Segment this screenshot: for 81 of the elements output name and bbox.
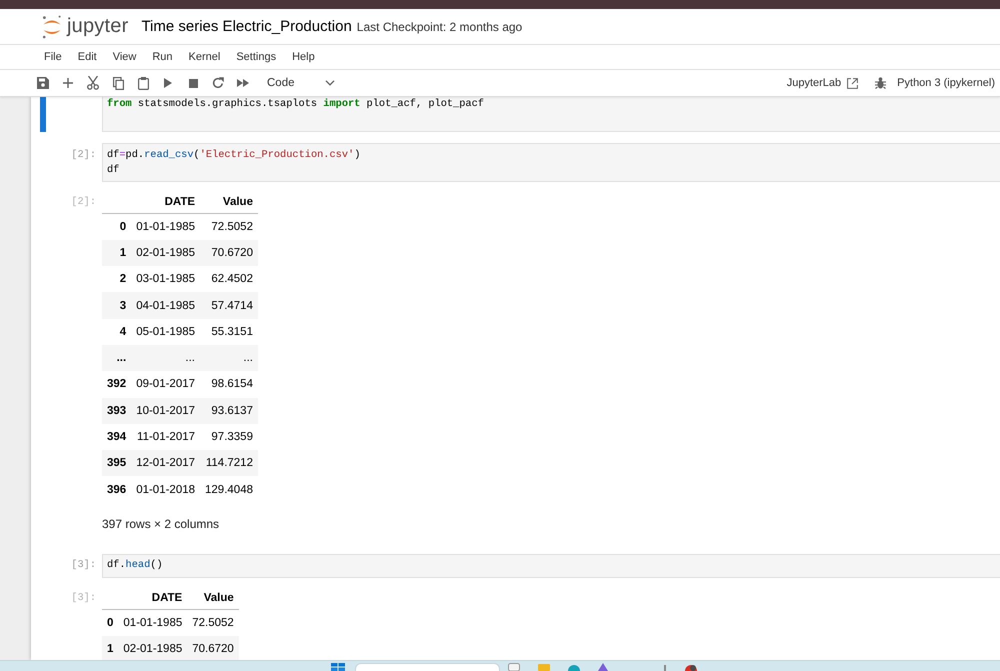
table-cell: 93.6137 — [200, 398, 258, 424]
column-header: Value — [187, 586, 239, 610]
notebook-title[interactable]: Time series Electric_Production — [141, 18, 352, 35]
table-cell-text: 98.6154 — [210, 377, 254, 392]
code-editor[interactable]: df=pd.read_csv('Electric_Production.csv') df — [102, 143, 1000, 182]
column-header: DATE — [131, 191, 200, 214]
windows-icon[interactable] — [331, 663, 345, 671]
menu-item[interactable]: Settings — [228, 45, 284, 69]
row-index: 395 — [102, 450, 132, 476]
menu-item[interactable]: Edit — [70, 45, 105, 69]
row-index: 4 — [102, 318, 132, 345]
table-cell: 72.5052 — [200, 214, 258, 240]
row-index: 3 — [102, 292, 132, 319]
clipboard-icon — [138, 76, 148, 90]
table-cell: 72.5052 — [187, 609, 239, 636]
menu-item[interactable]: Help — [284, 45, 323, 69]
refresh-icon — [212, 77, 224, 89]
table-cell: ... — [200, 344, 258, 372]
table-cell: 70.6720 — [187, 636, 239, 660]
table-cell: 02-01-1985 — [131, 240, 200, 266]
table-cell: 11-01-2017 — [131, 424, 200, 450]
checkpoint-status: Last Checkpoint: 2 months ago — [356, 20, 522, 34]
table-cell: 02-01-1985 — [118, 636, 188, 660]
cell-type-dropdown[interactable]: Code — [259, 72, 341, 94]
code-editor[interactable]: from statsmodels.graphics.tsaplots import plot_acf, plot_pacf — [102, 97, 1000, 132]
table-cell-text: 01-01-2018 — [135, 482, 196, 498]
table-cell: 57.4714 — [200, 292, 258, 319]
stop-icon — [188, 78, 198, 88]
table-cell: 01-01-1985 — [118, 609, 188, 636]
row-index: 2 — [102, 266, 132, 292]
row-index: 0 — [102, 214, 132, 240]
table-cell: 70.6720 — [200, 240, 258, 266]
row-index: 392 — [106, 377, 128, 392]
caret-icon — [325, 80, 335, 86]
table-cell: 12-01-2017 — [131, 450, 200, 476]
menu-item[interactable]: Run — [144, 45, 181, 69]
play-icon — [164, 78, 172, 88]
column-header: Value — [200, 191, 258, 214]
menu-item[interactable]: View — [104, 45, 144, 69]
table-cell: 62.4502 — [200, 266, 258, 292]
table-cell: 04-01-1985 — [131, 292, 200, 319]
taskbar-search-field[interactable] — [355, 663, 500, 671]
table-cell: 97.3359 — [200, 424, 258, 450]
save-icon — [37, 77, 49, 89]
fast-forward-icon — [237, 79, 249, 87]
row-index: 394 — [102, 424, 132, 450]
table-cell-text: 09-01-2017 — [135, 377, 196, 392]
menu-item[interactable]: Kernel — [180, 45, 228, 69]
kernel-name[interactable]: Python 3 (ipykernel) — [897, 77, 995, 89]
row-index: 1 — [102, 240, 132, 266]
table-cell: 05-01-1985 — [131, 318, 200, 345]
table-cell: 55.3151 — [200, 318, 258, 345]
row-index: ... — [102, 344, 132, 372]
code-editor[interactable]: df.head() — [102, 554, 1000, 578]
scissors-icon — [87, 76, 99, 90]
table-cell: 114.7212 — [200, 450, 258, 476]
logo-icon — [42, 14, 62, 38]
row-index: 0 — [102, 609, 118, 636]
table-cell: 01-01-1985 — [131, 214, 200, 240]
row-index: 396 — [106, 482, 128, 498]
plus-icon — [63, 78, 73, 88]
external-link-icon — [847, 78, 858, 88]
input-prompt: [2]: — [70, 148, 97, 162]
table-cell-text: 129.4048 — [204, 482, 254, 498]
jupyterlab-link[interactable]: JupyterLab — [786, 77, 858, 89]
table-cell: 10-01-2017 — [131, 398, 200, 424]
table-cell: 03-01-1985 — [131, 266, 200, 292]
column-header: DATE — [118, 586, 188, 610]
menu-item[interactable]: File — [36, 45, 70, 69]
input-prompt: [3]: — [70, 558, 97, 574]
row-index: 1 — [102, 636, 118, 660]
dataframe-shape-text: 397 rows × 2 columns — [102, 516, 220, 532]
output-prompt: [2]: — [70, 195, 97, 210]
app-icon[interactable] — [598, 663, 608, 671]
table-cell: ... — [131, 344, 200, 372]
copy-icon — [112, 76, 124, 90]
bug-icon — [874, 77, 886, 89]
row-index: 393 — [102, 398, 132, 424]
app-icon[interactable] — [685, 663, 697, 671]
logo-link[interactable]: jupyter — [42, 14, 128, 38]
output-prompt: [3]: — [70, 590, 97, 606]
